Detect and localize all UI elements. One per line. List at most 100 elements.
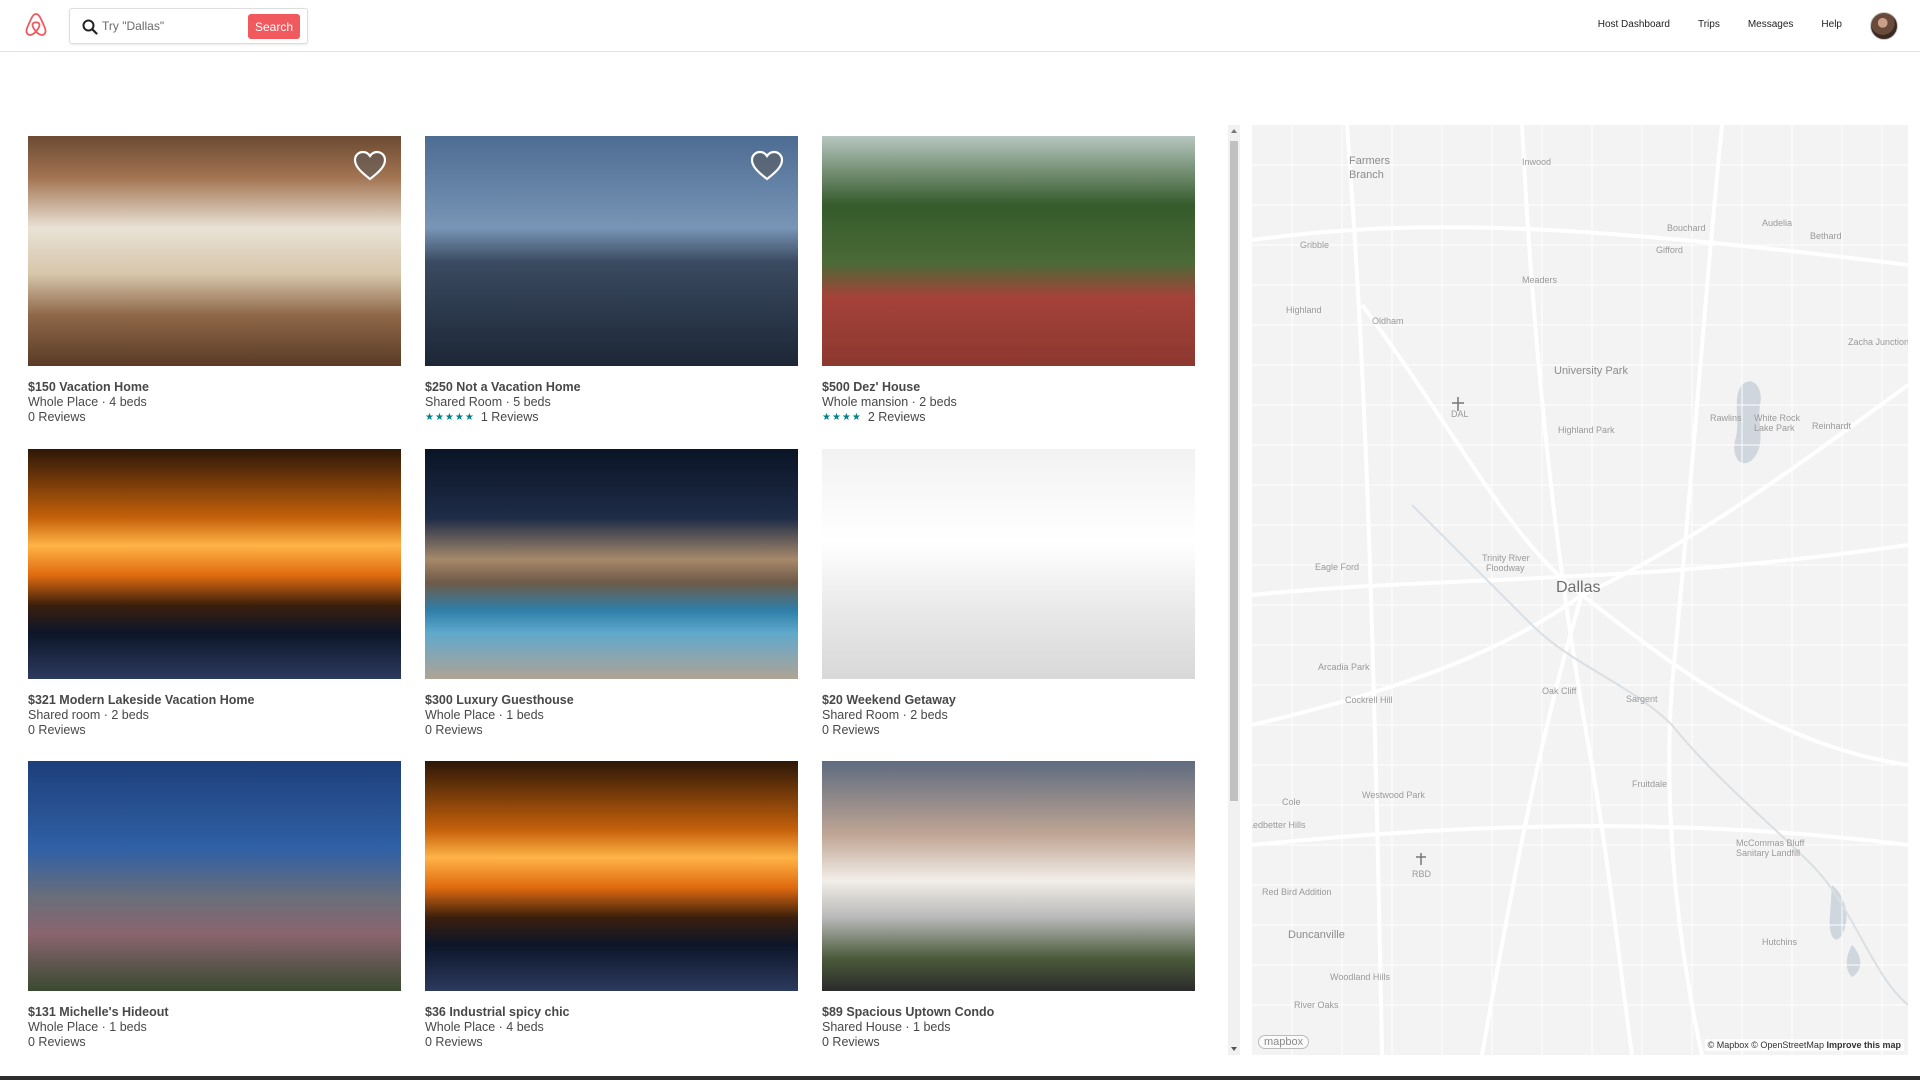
- listing-reviews: 0 Reviews: [425, 1035, 798, 1050]
- heart-icon[interactable]: [750, 150, 784, 182]
- search-button[interactable]: Search: [248, 14, 300, 39]
- user-avatar[interactable]: [1870, 12, 1898, 40]
- listing-reviews: 0 Reviews: [28, 1035, 401, 1050]
- scroll-down-icon[interactable]: [1228, 1043, 1240, 1055]
- review-count: 0 Reviews: [28, 1035, 86, 1049]
- map-label: Duncanville: [1288, 929, 1345, 941]
- top-navbar: Search Host Dashboard Trips Messages Hel…: [0, 0, 1920, 52]
- listing-reviews: ★★★★ 2 Reviews: [822, 410, 1195, 425]
- review-count: 0 Reviews: [28, 723, 86, 737]
- listing-photo[interactable]: [425, 449, 798, 679]
- scroll-up-icon[interactable]: [1228, 125, 1240, 137]
- listing-card[interactable]: $250 Not a Vacation Home Shared Room · 5…: [425, 136, 798, 425]
- listing-details: Whole Place · 1 beds: [425, 708, 544, 722]
- listing-reviews: 0 Reviews: [822, 723, 1195, 738]
- map-label: Highland Park: [1558, 425, 1615, 435]
- listing-photo[interactable]: [822, 449, 1195, 679]
- listing-reviews: 0 Reviews: [28, 723, 401, 738]
- map-attribution[interactable]: © Mapbox © OpenStreetMap Improve this ma…: [1704, 1039, 1904, 1051]
- listing-photo[interactable]: [822, 136, 1195, 366]
- nav-trips[interactable]: Trips: [1698, 19, 1720, 30]
- review-count: 0 Reviews: [28, 410, 86, 424]
- map-label: Ledbetter Hills: [1252, 820, 1306, 830]
- map-label: Bethard: [1810, 231, 1842, 241]
- map-label: Eagle Ford: [1315, 562, 1360, 572]
- map-label: Reinhardt: [1812, 421, 1852, 431]
- map-label: Cockrell Hill: [1345, 695, 1393, 705]
- listing-card[interactable]: $321 Modern Lakeside Vacation Home Share…: [28, 449, 401, 738]
- listings-scrollbar[interactable]: [1228, 125, 1240, 1055]
- listing-card[interactable]: $150 Vacation Home Whole Place · 4 beds …: [28, 136, 401, 425]
- map-label: DAL: [1451, 409, 1469, 419]
- listing-photo[interactable]: [28, 449, 401, 679]
- review-count: 0 Reviews: [425, 1035, 483, 1049]
- map-label: Zacha Junction: [1848, 337, 1908, 347]
- map-label: Cole: [1282, 797, 1301, 807]
- listing-card[interactable]: $300 Luxury Guesthouse Whole Place · 1 b…: [425, 449, 798, 738]
- listing-details: Whole Place · 4 beds: [28, 395, 147, 409]
- listing-card[interactable]: $89 Spacious Uptown Condo Shared House ·…: [822, 761, 1195, 1050]
- listing-details: Whole mansion · 2 beds: [822, 395, 957, 409]
- map-label: Arcadia Park: [1318, 662, 1370, 672]
- attribution-text[interactable]: © Mapbox © OpenStreetMap: [1708, 1040, 1824, 1050]
- map-label: Fruitdale: [1632, 779, 1668, 789]
- map-label: Audelia: [1762, 218, 1793, 228]
- nav-help[interactable]: Help: [1821, 19, 1842, 30]
- listing-title[interactable]: $36 Industrial spicy chic: [425, 1005, 798, 1020]
- listing-card[interactable]: $500 Dez' House Whole mansion · 2 beds ★…: [822, 136, 1195, 425]
- listing-details: Shared House · 1 beds: [822, 1020, 951, 1034]
- listing-title[interactable]: $131 Michelle's Hideout: [28, 1005, 401, 1020]
- listing-photo[interactable]: [425, 136, 798, 366]
- scrollbar-thumb[interactable]: [1230, 141, 1238, 801]
- heart-icon[interactable]: [353, 150, 387, 182]
- listing-details: Whole Place · 4 beds: [425, 1020, 544, 1034]
- listing-details: Shared Room · 2 beds: [822, 708, 948, 722]
- listing-title[interactable]: $321 Modern Lakeside Vacation Home: [28, 693, 401, 708]
- map-label: Bouchard: [1667, 223, 1706, 233]
- map-label: Gribble: [1300, 240, 1330, 250]
- map-label: Highland: [1286, 305, 1322, 315]
- listing-details: Shared Room · 5 beds: [425, 395, 551, 409]
- search-input[interactable]: [102, 15, 252, 37]
- map-label: River Oaks: [1294, 1000, 1339, 1010]
- search-bar: Search: [69, 8, 308, 44]
- map-city-label: Dallas: [1556, 579, 1601, 596]
- listing-photo[interactable]: [822, 761, 1195, 991]
- listing-card[interactable]: $131 Michelle's Hideout Whole Place · 1 …: [28, 761, 401, 1050]
- review-count: 0 Reviews: [425, 723, 483, 737]
- listing-title[interactable]: $20 Weekend Getaway: [822, 693, 1195, 708]
- map-label: Rawlins: [1710, 413, 1742, 423]
- listing-card[interactable]: $20 Weekend Getaway Shared Room · 2 beds…: [822, 449, 1195, 738]
- review-count: 2 Reviews: [867, 410, 926, 424]
- listing-card[interactable]: $36 Industrial spicy chic Whole Place · …: [425, 761, 798, 1050]
- airbnb-logo-icon[interactable]: [22, 11, 50, 39]
- map-label: Sargent: [1626, 694, 1658, 704]
- window-bottom-edge: [0, 1076, 1920, 1080]
- listing-photo[interactable]: [425, 761, 798, 991]
- listing-title[interactable]: $500 Dez' House: [822, 380, 1195, 395]
- map-label: Woodland Hills: [1330, 972, 1390, 982]
- listing-reviews: 0 Reviews: [425, 723, 798, 738]
- map-label: Red Bird Addition: [1262, 887, 1332, 897]
- map-label: Oldham: [1372, 316, 1404, 326]
- map-label: Oak Cliff: [1542, 686, 1577, 696]
- listing-title[interactable]: $300 Luxury Guesthouse: [425, 693, 798, 708]
- listing-title[interactable]: $89 Spacious Uptown Condo: [822, 1005, 1195, 1020]
- review-count: 0 Reviews: [822, 723, 880, 737]
- listing-title[interactable]: $250 Not a Vacation Home: [425, 380, 798, 395]
- star-rating-icon: ★★★★★: [425, 412, 475, 423]
- listing-photo[interactable]: [28, 136, 401, 366]
- top-nav-links: Host Dashboard Trips Messages Help: [1570, 19, 1842, 30]
- listing-title[interactable]: $150 Vacation Home: [28, 380, 401, 395]
- nav-host-dashboard[interactable]: Host Dashboard: [1598, 19, 1670, 30]
- listing-photo[interactable]: [28, 761, 401, 991]
- nav-messages[interactable]: Messages: [1748, 19, 1794, 30]
- map-label: University Park: [1554, 365, 1628, 377]
- map-label: Gifford: [1656, 245, 1683, 255]
- mapbox-logo-icon[interactable]: mapbox: [1258, 1035, 1310, 1049]
- map-view[interactable]: Farmers Branch Inwood Bouchard Audelia B…: [1252, 125, 1908, 1055]
- map-label: Inwood: [1522, 157, 1552, 167]
- review-count: 0 Reviews: [822, 1035, 880, 1049]
- review-count: 1 Reviews: [480, 410, 539, 424]
- improve-map-link[interactable]: Improve this map: [1826, 1040, 1901, 1050]
